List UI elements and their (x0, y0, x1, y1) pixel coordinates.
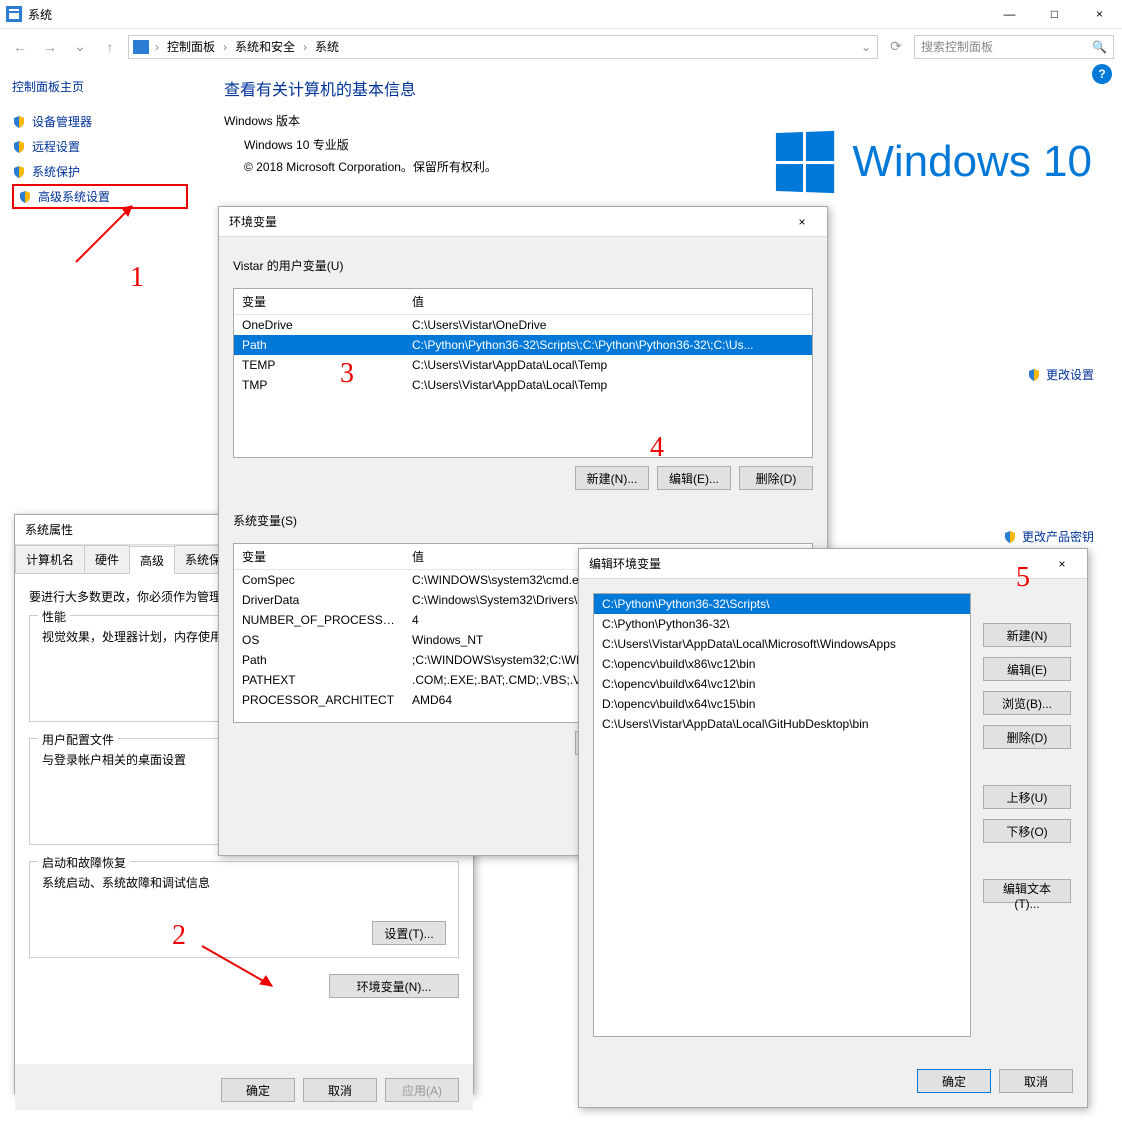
change-product-key-link[interactable]: 更改产品密钥 (1003, 528, 1094, 545)
sysprops-apply-button[interactable]: 应用(A) (385, 1078, 459, 1102)
edit-ok-button[interactable]: 确定 (917, 1069, 991, 1093)
annotation-5: 5 (1016, 562, 1030, 594)
page-heading: 查看有关计算机的基本信息 (224, 76, 1098, 100)
edit-close-button[interactable]: × (1047, 557, 1077, 571)
breadcrumb[interactable]: › 控制面板 › 系统和安全 › 系统 ⌄ (128, 35, 878, 59)
tab-advanced[interactable]: 高级 (129, 546, 175, 574)
path-edit-text-button[interactable]: 编辑文本(T)... (983, 879, 1071, 903)
search-input[interactable]: 搜索控制面板 🔍 (914, 35, 1114, 59)
shield-icon (12, 140, 26, 154)
minimize-button[interactable]: — (987, 0, 1032, 28)
winver-label: Windows 版本 (224, 112, 1098, 129)
sidebar-home[interactable]: 控制面板主页 (12, 78, 188, 95)
shield-icon (12, 165, 26, 179)
link-protection[interactable]: 系统保护 (12, 159, 188, 184)
env-close-button[interactable]: × (787, 215, 817, 229)
edit-env-dialog: 编辑环境变量 × C:\Python\Python36-32\Scripts\C… (578, 548, 1088, 1108)
change-settings-link[interactable]: 更改设置 (1027, 366, 1094, 383)
link-device-manager[interactable]: 设备管理器 (12, 109, 188, 134)
windows-logo: Windows 10 (774, 132, 1092, 192)
sysprops-cancel-button[interactable]: 取消 (303, 1078, 377, 1102)
annotation-3: 3 (340, 358, 354, 390)
user-delete-button[interactable]: 删除(D) (739, 466, 813, 490)
annotation-arrow-2 (196, 940, 286, 1000)
nav-bar: ← → ⌄ ↑ › 控制面板 › 系统和安全 › 系统 ⌄ ⟳ 搜索控制面板 🔍 (0, 28, 1122, 64)
user-new-button[interactable]: 新建(N)... (575, 466, 649, 490)
sysprops-ok-button[interactable]: 确定 (221, 1078, 295, 1102)
crumb-control-panel[interactable]: 控制面板 (165, 38, 217, 55)
sys-vars-label: 系统变量(S) (233, 506, 813, 535)
up-button[interactable]: ↑ (98, 35, 122, 59)
path-list[interactable]: C:\Python\Python36-32\Scripts\C:\Python\… (593, 593, 971, 1037)
path-row[interactable]: C:\Python\Python36-32\ (594, 614, 970, 634)
close-button[interactable]: × (1077, 0, 1122, 28)
env-vars-button[interactable]: 环境变量(N)... (329, 974, 459, 998)
user-edit-button[interactable]: 编辑(E)... (657, 466, 731, 490)
maximize-button[interactable]: □ (1032, 0, 1077, 28)
edit-env-title: 编辑环境变量 (589, 555, 661, 572)
search-icon: 🔍 (1092, 40, 1107, 54)
crumb-sys-security[interactable]: 系统和安全 (233, 38, 297, 55)
path-row[interactable]: C:\opencv\build\x64\vc12\bin (594, 674, 970, 694)
window-title: 系统 (28, 6, 52, 23)
path-row[interactable]: D:\opencv\build\x64\vc15\bin (594, 694, 970, 714)
crumb-system[interactable]: 系统 (313, 38, 341, 55)
path-row[interactable]: C:\Python\Python36-32\Scripts\ (594, 594, 970, 614)
path-down-button[interactable]: 下移(O) (983, 819, 1071, 843)
shield-icon (1003, 530, 1017, 544)
edit-cancel-button[interactable]: 取消 (999, 1069, 1073, 1093)
breadcrumb-dropdown[interactable]: ⌄ (859, 40, 873, 54)
forward-button[interactable]: → (38, 35, 62, 59)
path-delete-button[interactable]: 删除(D) (983, 725, 1071, 749)
user-var-row[interactable]: TEMPC:\Users\Vistar\AppData\Local\Temp (234, 355, 812, 375)
path-new-button[interactable]: 新建(N) (983, 623, 1071, 647)
shield-icon (12, 115, 26, 129)
path-browse-button[interactable]: 浏览(B)... (983, 691, 1071, 715)
path-up-button[interactable]: 上移(U) (983, 785, 1071, 809)
path-row[interactable]: C:\Users\Vistar\AppData\Local\GitHubDesk… (594, 714, 970, 734)
tab-hardware[interactable]: 硬件 (84, 545, 130, 573)
link-remote[interactable]: 远程设置 (12, 134, 188, 159)
pc-icon (133, 40, 149, 54)
path-row[interactable]: C:\opencv\build\x86\vc12\bin (594, 654, 970, 674)
tab-computer-name[interactable]: 计算机名 (15, 545, 85, 573)
user-var-row[interactable]: PathC:\Python\Python36-32\Scripts\;C:\Py… (234, 335, 812, 355)
annotation-2: 2 (172, 920, 186, 952)
back-button[interactable]: ← (8, 35, 32, 59)
startup-settings-button[interactable]: 设置(T)... (372, 921, 446, 945)
dlg-title: 系统属性 (25, 521, 73, 538)
title-bar: 系统 — □ × (0, 0, 1122, 28)
search-placeholder: 搜索控制面板 (921, 38, 993, 55)
annotation-1: 1 (130, 262, 144, 294)
path-edit-button[interactable]: 编辑(E) (983, 657, 1071, 681)
user-vars-label: Vistar 的用户变量(U) (233, 251, 813, 280)
user-var-row[interactable]: OneDriveC:\Users\Vistar\OneDrive (234, 315, 812, 335)
env-title: 环境变量 (229, 213, 277, 230)
recent-dropdown[interactable]: ⌄ (68, 35, 92, 59)
user-var-row[interactable]: TMPC:\Users\Vistar\AppData\Local\Temp (234, 375, 812, 395)
annotation-4: 4 (650, 432, 664, 464)
system-icon (6, 6, 22, 22)
path-row[interactable]: C:\Users\Vistar\AppData\Local\Microsoft\… (594, 634, 970, 654)
shield-icon (18, 190, 32, 204)
shield-icon (1027, 368, 1041, 382)
user-vars-list[interactable]: 变量值 OneDriveC:\Users\Vistar\OneDrivePath… (233, 288, 813, 458)
refresh-button[interactable]: ⟳ (884, 35, 908, 59)
